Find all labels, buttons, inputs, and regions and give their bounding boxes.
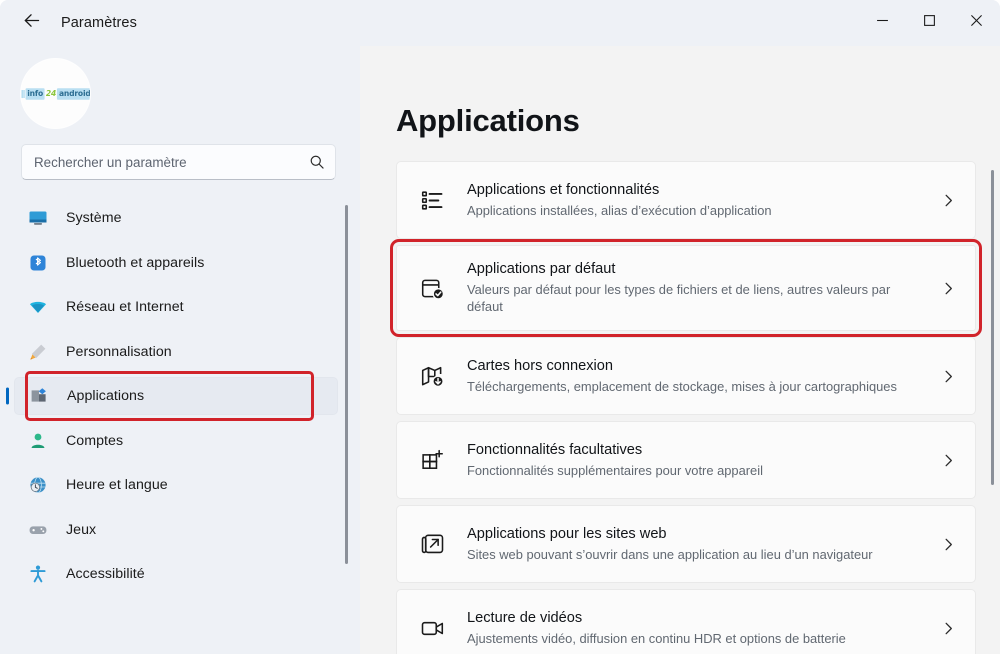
search-icon	[309, 154, 325, 170]
avatar[interactable]: ||| info 24 android	[21, 59, 90, 128]
watermark-chip-info: info	[25, 87, 45, 100]
card-cartes-hors-connexion[interactable]: Cartes hors connexion Téléchargements, e…	[396, 337, 976, 415]
chevron-right-icon	[939, 367, 957, 385]
accessibility-icon	[27, 563, 49, 585]
title-bar: Paramètres	[0, 0, 1000, 46]
minimize-icon	[876, 14, 889, 32]
close-icon	[970, 14, 983, 32]
sidebar-item-label: Heure et langue	[66, 477, 168, 493]
card-applications-par-defaut[interactable]: Applications par défaut Valeurs par défa…	[390, 239, 982, 337]
sidebar-item-label: Réseau et Internet	[66, 299, 184, 315]
chevron-right-icon	[939, 535, 957, 553]
person-icon	[27, 430, 49, 452]
sidebar-item-label: Personnalisation	[66, 343, 172, 360]
page-title: Applications	[396, 103, 580, 138]
map-download-icon	[417, 361, 447, 391]
clock-globe-icon	[27, 474, 49, 496]
back-arrow-icon	[21, 10, 42, 36]
search-area	[0, 144, 360, 180]
main-scrollbar-thumb[interactable]	[991, 170, 994, 486]
settings-card-list: Applications et fonctionnalités Applicat…	[390, 161, 982, 654]
sidebar-scrollbar[interactable]	[345, 205, 348, 622]
card-title: Cartes hors connexion	[467, 358, 614, 375]
apps-icon	[28, 385, 50, 407]
minimize-button[interactable]	[859, 0, 906, 46]
card-subtitle: Ajustements vidéo, diffusion en continu …	[467, 630, 846, 646]
card-subtitle: Fonctionnalités supplémentaires pour vot…	[467, 462, 763, 478]
wifi-icon	[27, 296, 49, 318]
main-scrollbar[interactable]	[991, 170, 994, 648]
card-text: Cartes hors connexion Téléchargements, e…	[467, 357, 939, 395]
sidebar-nav: Système Bluetooth et appareils Réseau et…	[0, 199, 360, 654]
card-title: Applications par défaut	[467, 261, 616, 278]
gamepad-icon	[27, 519, 49, 541]
card-applications-et-fonctionnalites[interactable]: Applications et fonctionnalités Applicat…	[396, 161, 976, 239]
chevron-right-icon	[939, 279, 957, 297]
card-text: Applications et fonctionnalités Applicat…	[467, 181, 939, 219]
maximize-icon	[923, 14, 936, 32]
watermark-logo: ||| info 24 android	[21, 87, 90, 100]
paintbrush-icon	[27, 341, 49, 363]
sidebar-scrollbar-thumb[interactable]	[345, 205, 348, 564]
card-title: Lecture de vidéos	[467, 610, 583, 627]
sidebar-item-label: Applications	[67, 388, 145, 404]
card-text: Fonctionnalités facultatives Fonctionnal…	[467, 441, 939, 479]
card-text: Applications pour les sites web Sites we…	[467, 525, 939, 563]
sidebar: ||| info 24 android	[0, 46, 360, 654]
monitor-icon	[27, 207, 49, 229]
watermark-chip-android: android	[56, 87, 90, 100]
account-header: ||| info 24 android	[0, 46, 360, 144]
video-camera-icon	[417, 613, 447, 643]
window-controls	[859, 0, 1000, 46]
watermark-bars: |||	[21, 88, 25, 98]
sidebar-item-label: Jeux	[66, 521, 97, 538]
sidebar-item-reseau-et-internet[interactable]: Réseau et Internet	[14, 288, 338, 326]
card-text: Lecture de vidéos Ajustements vidéo, dif…	[467, 609, 939, 647]
sidebar-item-jeux[interactable]: Jeux	[14, 511, 338, 549]
card-title: Fonctionnalités facultatives	[467, 442, 643, 459]
back-button[interactable]	[14, 6, 48, 40]
card-applications-pour-les-sites-web[interactable]: Applications pour les sites web Sites we…	[396, 505, 976, 583]
card-subtitle: Applications installées, alias d’exécuti…	[467, 202, 772, 218]
card-subtitle: Téléchargements, emplacement de stockage…	[467, 378, 897, 394]
sidebar-item-label: Comptes	[66, 432, 124, 449]
card-fonctionnalites-facultatives[interactable]: Fonctionnalités facultatives Fonctionnal…	[396, 421, 976, 499]
search-input[interactable]	[34, 154, 309, 170]
watermark-number: 24	[45, 88, 56, 98]
sidebar-item-applications[interactable]: Applications	[14, 371, 338, 421]
sidebar-item-label: Bluetooth et appareils	[66, 254, 205, 271]
settings-window: Paramètres | info 24 android Rechercher …	[0, 0, 1000, 654]
sidebar-item-label: Système	[66, 210, 122, 226]
card-subtitle: Valeurs par défaut pour les types de fic…	[467, 282, 891, 315]
maximize-button[interactable]	[906, 0, 953, 46]
card-lecture-de-videos[interactable]: Lecture de vidéos Ajustements vidéo, dif…	[396, 589, 976, 654]
card-text: Applications par défaut Valeurs par défa…	[467, 260, 939, 315]
card-subtitle: Sites web pouvant s’ouvrir dans une appl…	[467, 546, 873, 562]
external-link-icon	[417, 529, 447, 559]
card-title: Applications pour les sites web	[467, 526, 667, 543]
close-button[interactable]	[953, 0, 1000, 46]
main-content: Applications Applications et fonctionnal…	[360, 46, 1000, 654]
bluetooth-icon	[27, 252, 49, 274]
sidebar-item-accessibilite[interactable]: Accessibilité	[14, 555, 338, 593]
sidebar-item-heure-et-langue[interactable]: Heure et langue	[14, 466, 338, 504]
sidebar-item-bluetooth-et-appareils[interactable]: Bluetooth et appareils	[14, 244, 338, 282]
card-title: Applications et fonctionnalités	[467, 182, 660, 199]
sidebar-item-label: Accessibilité	[66, 566, 145, 582]
sidebar-item-personnalisation[interactable]: Personnalisation	[14, 333, 338, 371]
sidebar-item-comptes[interactable]: Comptes	[14, 422, 338, 460]
app-title: Paramètres	[61, 15, 137, 31]
sidebar-item-systeme[interactable]: Système	[14, 199, 338, 237]
search-box[interactable]	[21, 144, 336, 180]
chevron-right-icon	[939, 451, 957, 469]
window-body: ||| info 24 android	[0, 46, 1000, 654]
grid-plus-icon	[417, 445, 447, 475]
chevron-right-icon	[939, 619, 957, 637]
chevron-right-icon	[939, 191, 957, 209]
window-check-icon	[417, 273, 447, 303]
list-settings-icon	[417, 185, 447, 215]
